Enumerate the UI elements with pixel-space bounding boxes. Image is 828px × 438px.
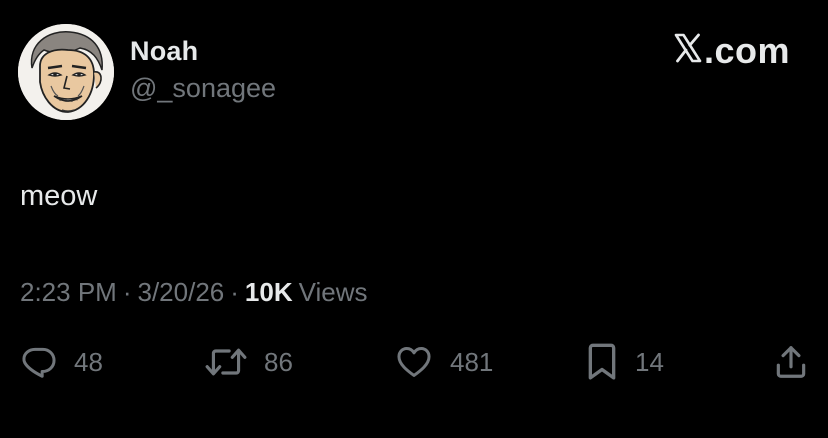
retweet-icon [204, 343, 248, 381]
x-logo-icon [673, 30, 703, 72]
reply-count: 48 [74, 346, 103, 377]
tweet-text: meow [20, 180, 98, 212]
user-info: Noah @_sonagee [130, 34, 276, 106]
retweet-count: 86 [264, 346, 293, 377]
views-count[interactable]: 10K [245, 277, 293, 307]
share-icon [772, 342, 810, 382]
views-label: Views [298, 277, 368, 307]
avatar[interactable] [18, 24, 114, 120]
tweet-date[interactable]: 3/20/26 [138, 277, 225, 307]
tweet-card: Noah @_sonagee .com meow 2:23 PM · 3/20/26… [0, 0, 828, 438]
tweet-meta: 2:23 PM · 3/20/26 · 10K Views [20, 274, 368, 310]
bookmark-button[interactable]: 14 [585, 340, 664, 384]
bookmark-icon [585, 342, 619, 382]
like-count: 481 [450, 346, 494, 377]
meta-separator: · [122, 277, 132, 307]
avatar-face-illustration [18, 24, 114, 120]
reply-button[interactable]: 48 [20, 340, 103, 384]
display-name[interactable]: Noah [130, 34, 276, 68]
action-bar: 48 86 481 14 [0, 340, 828, 384]
retweet-button[interactable]: 86 [204, 340, 293, 384]
bookmark-count: 14 [635, 346, 664, 377]
meta-separator: · [230, 277, 239, 307]
heart-icon [394, 343, 434, 381]
brand-suffix: .com [703, 30, 790, 71]
user-handle[interactable]: @_sonagee [130, 70, 276, 106]
tweet-time[interactable]: 2:23 PM [20, 277, 117, 307]
reply-icon [20, 343, 58, 381]
brand-watermark: .com [673, 30, 790, 72]
share-button[interactable] [772, 340, 810, 384]
like-button[interactable]: 481 [394, 340, 493, 384]
